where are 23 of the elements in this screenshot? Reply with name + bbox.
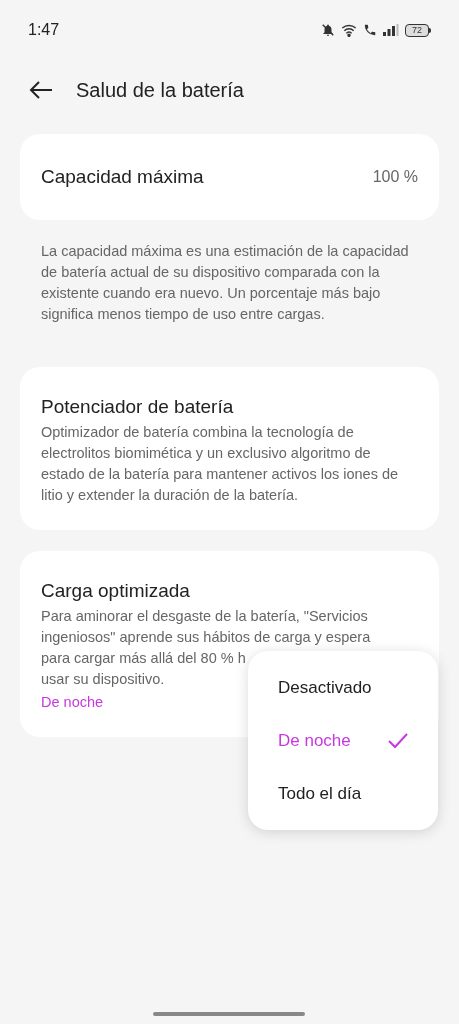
- capacity-label: Capacidad máxima: [41, 164, 204, 189]
- battery-level: 72: [412, 25, 422, 35]
- charging-description-line: usar su dispositivo.: [41, 670, 165, 689]
- signal-icon: [383, 24, 399, 36]
- wifi-icon: [341, 23, 357, 37]
- booster-title: Potenciador de batería: [41, 395, 235, 419]
- charging-description-line: ingeniosos" aprende sus hábitos de carga y espera: [41, 628, 371, 647]
- capacity-description: La capacidad máxima es una estimación de la capacidad de batería actual de su dispositivo comparada con la existente cuando era nuevo. Un porcentaje más bajo significa menos tiempo de uso entre cargas.: [41, 242, 410, 324]
- capacity-value: 100 %: [372, 167, 418, 187]
- back-arrow-icon: [29, 80, 53, 100]
- menu-option[interactable]: De noche: [248, 714, 438, 767]
- check-icon: [388, 732, 408, 749]
- bell-off-icon: [321, 23, 335, 37]
- charging-title: Carga optimizada: [41, 579, 191, 603]
- charging-description-line: Para aminorar el desgaste de la batería, "Servicios: [41, 607, 368, 626]
- charging-mode-link[interactable]: De noche: [41, 692, 104, 713]
- status-time: 1:47: [28, 20, 60, 40]
- menu-option[interactable]: Desactivado: [248, 661, 438, 714]
- page-title: Salud de la batería: [76, 78, 244, 103]
- menu-option[interactable]: Todo el día: [248, 767, 438, 820]
- phone-icon: [363, 23, 377, 37]
- charging-description-line: para cargar más allá del 80 % h: [41, 649, 246, 668]
- booster-description: Optimizador de batería combina la tecnología de electrolitos biomimética y un exclusivo algoritmo de estado de la batería para mantener activos los iones de litio y extender la duración de la batería.: [41, 423, 400, 505]
